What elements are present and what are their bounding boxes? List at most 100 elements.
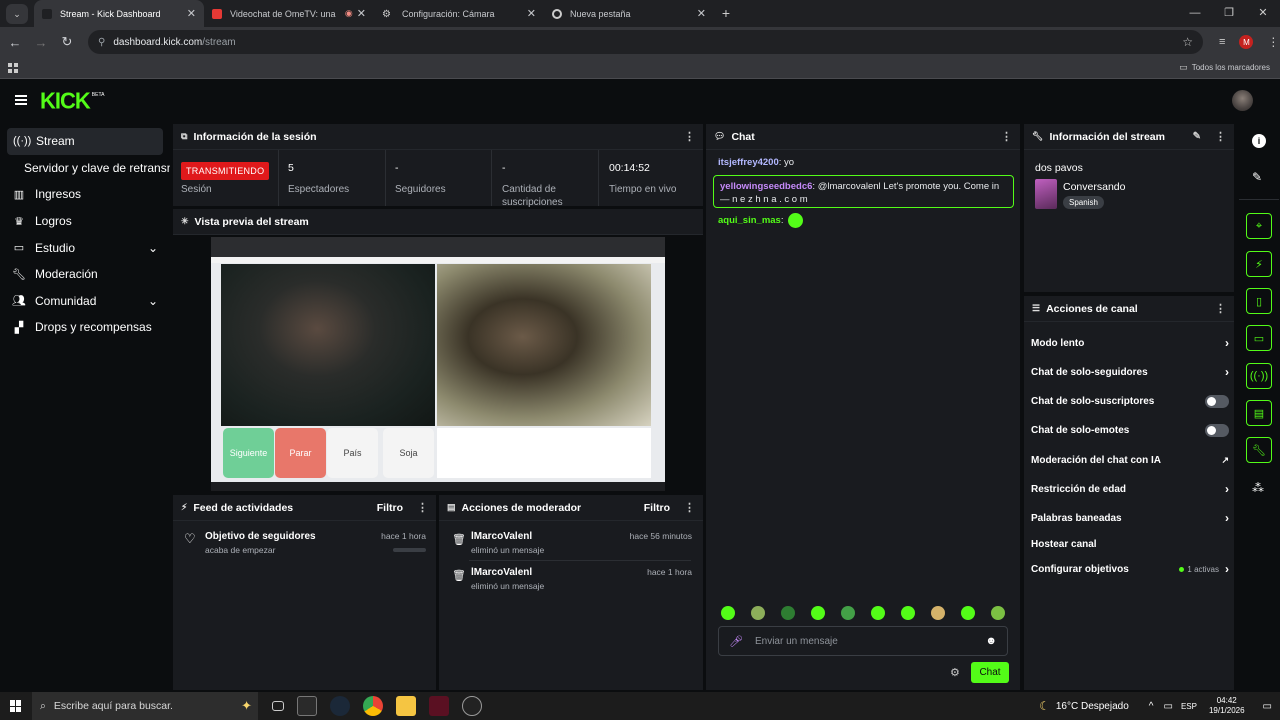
chevron-down-icon[interactable]: ⌄ (148, 294, 158, 308)
rail-button-wrench[interactable]: 🔧︎ (1246, 437, 1272, 463)
rail-button-document[interactable]: ▯ (1246, 288, 1272, 314)
app-icon[interactable] (429, 696, 449, 716)
more-options-icon[interactable]: ⋮ (1215, 130, 1226, 143)
close-tab-icon[interactable]: ✕ (357, 7, 366, 20)
more-options-icon[interactable]: ⋮ (684, 130, 695, 143)
emoji-picker-icon[interactable]: ☻ (985, 635, 997, 647)
chat-message: aqui_sin_mas: (718, 213, 804, 228)
windows-start-icon[interactable] (10, 700, 22, 712)
restore-window-icon[interactable]: ❐ (1212, 0, 1246, 27)
sidebar-item-server-key[interactable]: Servidor y clave de retransmisión (0, 155, 170, 182)
emote-icon[interactable] (871, 606, 885, 620)
edit-layout-icon[interactable]: ✎ (1252, 170, 1262, 184)
more-options-icon[interactable]: ⋮ (684, 501, 695, 514)
subs-only-toggle[interactable] (1205, 394, 1229, 408)
weather-text[interactable]: 16°C Despejado (1056, 701, 1129, 712)
rail-button-lightning[interactable]: ⚡︎ (1246, 251, 1272, 277)
emote-icon[interactable] (991, 606, 1005, 620)
tab-search-button[interactable]: ⌄ (6, 4, 28, 24)
more-options-icon[interactable]: ⋮ (1215, 302, 1226, 315)
bookmark-star-icon[interactable]: ☆ (1182, 35, 1193, 49)
followers-only-item[interactable]: Chat de solo-seguidores › (1031, 364, 1229, 380)
emote-icon[interactable] (751, 606, 765, 620)
close-tab-icon[interactable]: ✕ (697, 7, 706, 20)
external-link-icon: ↗ (1221, 454, 1229, 465)
close-window-icon[interactable]: ✕ (1246, 0, 1280, 27)
network-icon[interactable]: ▭ (1163, 701, 1172, 712)
tray-arrow-icon[interactable]: ^ (1149, 701, 1154, 712)
notification-icon[interactable]: ▭ (1263, 701, 1272, 712)
emote-icon[interactable] (931, 606, 945, 620)
ai-moderation-item[interactable]: Moderación del chat con IA ↗ (1031, 452, 1229, 468)
wrench-icon: 🔧︎ (1032, 131, 1044, 141)
banned-words-item[interactable]: Palabras baneadas › (1031, 510, 1229, 526)
epic-games-icon[interactable] (297, 696, 317, 716)
minimize-window-icon[interactable]: — (1178, 0, 1212, 27)
goals-item[interactable]: Configurar objetivos 1 activas › (1031, 561, 1229, 577)
emotes-only-toggle[interactable] (1205, 423, 1229, 437)
chat-send-button[interactable]: Chat (971, 662, 1009, 683)
address-bar[interactable]: ⚲ dashboard.kick.com/stream ☆ (88, 30, 1203, 54)
clock[interactable]: 04:42 19/1/2026 (1209, 696, 1245, 716)
close-tab-icon[interactable]: ✕ (527, 7, 536, 20)
rail-button-broadcast[interactable]: ((·)) (1246, 363, 1272, 389)
reload-icon[interactable]: ↻ (56, 34, 78, 50)
close-tab-icon[interactable]: ✕ (187, 7, 196, 20)
emote-icon[interactable] (721, 606, 735, 620)
sidebar-item-achievements[interactable]: ♛ Logros (0, 208, 170, 235)
profile-avatar[interactable]: M (1239, 35, 1254, 49)
forward-icon[interactable]: → (30, 35, 52, 50)
sidebar-item-community[interactable]: 👥︎ Comunidad ⌄ (0, 288, 170, 315)
filter-button[interactable]: Filtro (644, 502, 670, 514)
more-options-icon[interactable]: ⋮ (417, 501, 428, 514)
info-icon[interactable]: i (1252, 134, 1266, 148)
taskbar-search[interactable]: ⌕ Escribe aquí para buscar. ✦ (32, 692, 258, 720)
rail-button-chat[interactable]: ▭ (1246, 325, 1272, 351)
chevron-down-icon[interactable]: ⌄ (148, 241, 158, 255)
tab-camera-settings[interactable]: ⚙ Configuración: Cámara ✕ (374, 0, 544, 27)
sidebar-item-moderation[interactable]: 🔧︎ Moderación (0, 261, 170, 288)
rail-button-layout[interactable]: ▤ (1246, 400, 1272, 426)
emote-icon[interactable] (961, 606, 975, 620)
age-restriction-item[interactable]: Restricción de edad › (1031, 481, 1229, 497)
emote-icon[interactable] (901, 606, 915, 620)
task-view-icon[interactable] (272, 701, 284, 711)
emotes-only-item: Chat de solo-emotes (1031, 422, 1229, 438)
emote-icon[interactable] (811, 606, 825, 620)
chat-settings-icon[interactable]: ⚙ (950, 666, 960, 679)
sidebar-item-studio[interactable]: ▭ Estudio ⌄ (0, 234, 170, 261)
host-channel-item[interactable]: Hostear canal (1031, 536, 1229, 552)
media-control-icon[interactable]: ≡ (1219, 36, 1225, 48)
emote-icon[interactable] (781, 606, 795, 620)
share-icon[interactable]: ⁂ (1252, 481, 1264, 495)
chrome-icon[interactable] (363, 696, 383, 716)
panel-header: ⧉ Información de la sesión ⋮ (173, 124, 703, 150)
sidebar-item-drops[interactable]: ▞ Drops y recompensas (0, 314, 170, 341)
site-info-icon[interactable]: ⚲ (98, 37, 105, 48)
tab-ometv[interactable]: Videochat de OmeTV: una ◉ ✕ (204, 0, 374, 27)
file-explorer-icon[interactable] (396, 696, 416, 716)
tab-new-tab[interactable]: Nueva pestaña ✕ (544, 0, 714, 27)
back-icon[interactable]: ← (4, 35, 26, 50)
rail-button-capture[interactable]: ⌖ (1246, 213, 1272, 239)
more-options-icon[interactable]: ⋮ (1001, 130, 1012, 143)
browser-menu-icon[interactable]: ⋮ (1267, 35, 1279, 49)
sidebar-item-stream[interactable]: ((·)) Stream (7, 128, 163, 155)
sidebar-item-revenue[interactable]: ▥ Ingresos (0, 181, 170, 208)
language-indicator[interactable]: ESP (1181, 702, 1197, 711)
new-tab-button[interactable]: + (714, 0, 738, 27)
emote-icon[interactable] (841, 606, 855, 620)
slow-mode-item[interactable]: Modo lento › (1031, 335, 1229, 351)
steam-icon[interactable] (330, 696, 350, 716)
obs-icon[interactable] (462, 696, 482, 716)
hamburger-menu-icon[interactable] (15, 95, 27, 105)
chat-message-input[interactable]: 🎤︎ Enviar un mensaje ☻ (718, 626, 1008, 656)
filter-button[interactable]: Filtro (377, 502, 403, 514)
apps-grid-icon[interactable] (8, 62, 18, 73)
edit-icon[interactable]: ✎ (1193, 131, 1201, 142)
kick-logo[interactable]: KICK (40, 87, 91, 114)
microphone-icon[interactable]: 🎤︎ (729, 635, 743, 648)
tab-kick-dashboard[interactable]: Stream - Kick Dashboard ✕ (34, 0, 204, 27)
user-avatar[interactable] (1232, 90, 1253, 111)
all-bookmarks-link[interactable]: Todos los marcadores (1192, 63, 1270, 72)
